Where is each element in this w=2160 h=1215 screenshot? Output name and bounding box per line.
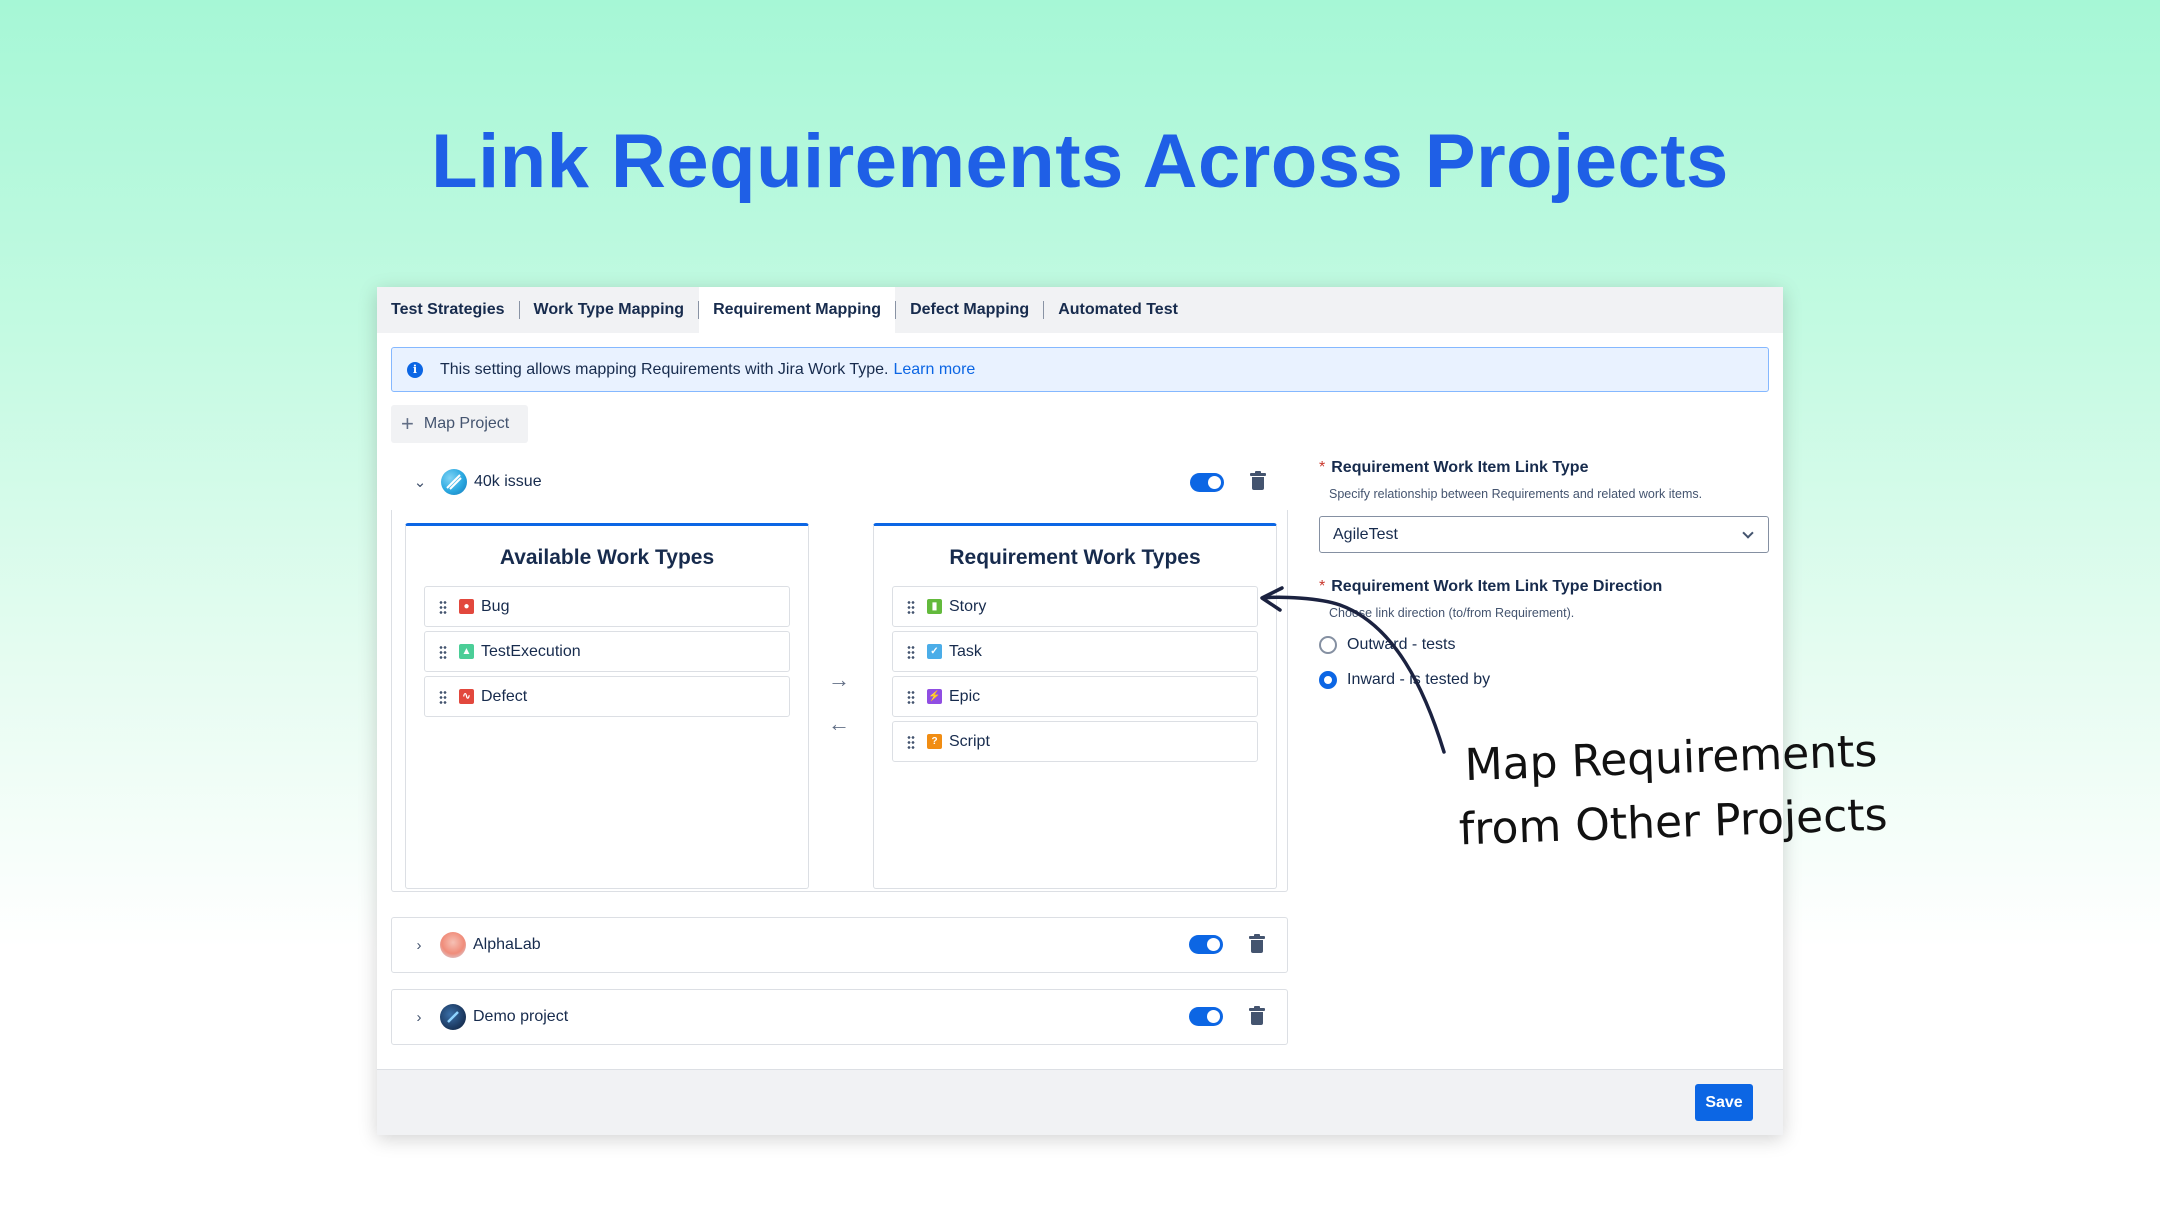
trash-icon[interactable]	[1249, 934, 1265, 954]
work-type-label: TestExecution	[481, 642, 581, 660]
drag-handle-icon[interactable]	[907, 644, 915, 659]
epic-icon: ⚡	[927, 689, 942, 704]
tab-test-strategies[interactable]: Test Strategies	[377, 287, 519, 333]
settings-panel: Test Strategies Work Type Mapping Requir…	[377, 287, 1783, 1135]
project-avatar	[440, 1004, 466, 1030]
project-enabled-toggle[interactable]	[1190, 473, 1224, 492]
project-avatar	[441, 469, 467, 495]
work-type-label: Story	[949, 597, 987, 615]
trash-icon[interactable]	[1250, 471, 1266, 491]
drag-handle-icon[interactable]	[439, 689, 447, 704]
project-name: AlphaLab	[473, 936, 541, 953]
drag-handle-icon[interactable]	[907, 689, 915, 704]
radio-label: Inward - is tested by	[1347, 671, 1491, 688]
annotation-callout: Map Requirements from Other Projects	[1440, 719, 1904, 863]
work-type-item[interactable]: ✓ Task	[892, 631, 1258, 672]
drag-handle-icon[interactable]	[907, 734, 915, 749]
work-type-item[interactable]: ∿ Defect	[424, 676, 790, 717]
save-button[interactable]: Save	[1695, 1084, 1753, 1121]
headline: Link Requirements Across Projects	[431, 119, 1729, 204]
work-type-item[interactable]: ● Bug	[424, 586, 790, 627]
work-type-item[interactable]: ▮ Story	[892, 586, 1258, 627]
required-marker: *	[1319, 459, 1326, 476]
radio-outward[interactable]: Outward - tests	[1319, 636, 1455, 654]
requirement-work-types-title: Requirement Work Types	[949, 546, 1201, 569]
link-type-select[interactable]: AgileTest	[1319, 516, 1769, 553]
link-direction-help: Choose link direction (to/from Requireme…	[1329, 606, 1575, 620]
project-avatar	[440, 932, 466, 958]
work-type-label: Defect	[481, 687, 528, 705]
radio-button[interactable]	[1319, 636, 1337, 654]
project-name: Demo project	[473, 1008, 569, 1025]
drag-handle-icon[interactable]	[907, 599, 915, 614]
work-type-label: Epic	[949, 687, 981, 705]
radio-button-selected[interactable]	[1319, 671, 1337, 689]
work-type-label: Script	[949, 732, 990, 750]
info-text: This setting allows mapping Requirements…	[440, 360, 889, 378]
tab-automated-test[interactable]: Automated Test	[1044, 287, 1192, 333]
map-project-label: Map Project	[423, 415, 510, 432]
link-type-value: AgileTest	[1333, 525, 1398, 543]
link-type-label-text: Requirement Work Item Link Type	[1331, 459, 1589, 476]
info-icon: i	[407, 361, 423, 378]
arrow-right-icon[interactable]: →	[824, 667, 854, 711]
learn-more-link[interactable]: Learn more	[893, 361, 975, 379]
radio-inward[interactable]: Inward - is tested by	[1319, 671, 1490, 689]
project-row-alphalab: › AlphaLab	[391, 917, 1288, 973]
info-banner: i This setting allows mapping Requiremen…	[391, 347, 1769, 392]
story-icon: ▮	[927, 599, 942, 614]
required-marker: *	[1319, 578, 1326, 595]
project-name: 40k issue	[474, 473, 542, 490]
project-enabled-toggle[interactable]	[1189, 935, 1223, 954]
work-type-item[interactable]: ? Script	[892, 721, 1258, 762]
project-row-40k-issue: ⌄ 40k issue	[391, 454, 1288, 510]
available-work-types-list: ● Bug ▲ TestExecution ∿ Defect	[424, 586, 790, 721]
radio-label: Outward - tests	[1347, 636, 1456, 653]
chevron-down-icon[interactable]: ⌄	[413, 473, 427, 491]
chevron-down-icon	[1742, 527, 1754, 539]
chevron-right-icon[interactable]: ›	[412, 937, 426, 954]
requirement-work-types-list: ▮ Story ✓ Task ⚡ Epic ? Script	[892, 586, 1258, 766]
script-icon: ?	[927, 734, 942, 749]
tab-bar: Test Strategies Work Type Mapping Requir…	[377, 287, 1783, 333]
project-row-demo-project: › Demo project	[391, 989, 1288, 1045]
work-type-label: Bug	[481, 597, 510, 615]
link-direction-label: * Requirement Work Item Link Type Directi…	[1319, 578, 1662, 596]
work-type-label: Task	[949, 642, 982, 660]
tab-work-type-mapping[interactable]: Work Type Mapping	[520, 287, 699, 333]
chevron-right-icon[interactable]: ›	[412, 1009, 426, 1026]
link-type-label: * Requirement Work Item Link Type	[1319, 459, 1588, 477]
tab-defect-mapping[interactable]: Defect Mapping	[896, 287, 1043, 333]
tab-requirement-mapping[interactable]: Requirement Mapping	[699, 287, 896, 333]
project-enabled-toggle[interactable]	[1189, 1007, 1223, 1026]
link-type-help: Specify relationship between Requirement…	[1329, 487, 1703, 501]
footer-bar: Save	[377, 1069, 1783, 1135]
work-type-item[interactable]: ⚡ Epic	[892, 676, 1258, 717]
link-direction-label-text: Requirement Work Item Link Type Directio…	[1331, 578, 1663, 595]
drag-handle-icon[interactable]	[439, 599, 447, 614]
defect-icon: ∿	[459, 689, 474, 704]
plus-icon: +	[401, 411, 414, 436]
requirement-work-types-column: Requirement Work Types ▮ Story ✓ Task ⚡ …	[873, 523, 1277, 889]
drag-handle-icon[interactable]	[439, 644, 447, 659]
trash-icon[interactable]	[1249, 1006, 1265, 1026]
work-type-item[interactable]: ▲ TestExecution	[424, 631, 790, 672]
bug-icon: ●	[459, 599, 474, 614]
test-execution-icon: ▲	[459, 644, 474, 659]
task-icon: ✓	[927, 644, 942, 659]
arrow-left-icon[interactable]: ←	[824, 711, 854, 755]
available-work-types-title: Available Work Types	[499, 546, 715, 569]
transfer-arrows: → ←	[824, 667, 854, 755]
available-work-types-column: Available Work Types ● Bug ▲ TestExecuti…	[405, 523, 809, 889]
map-project-button[interactable]: + Map Project	[391, 405, 528, 443]
